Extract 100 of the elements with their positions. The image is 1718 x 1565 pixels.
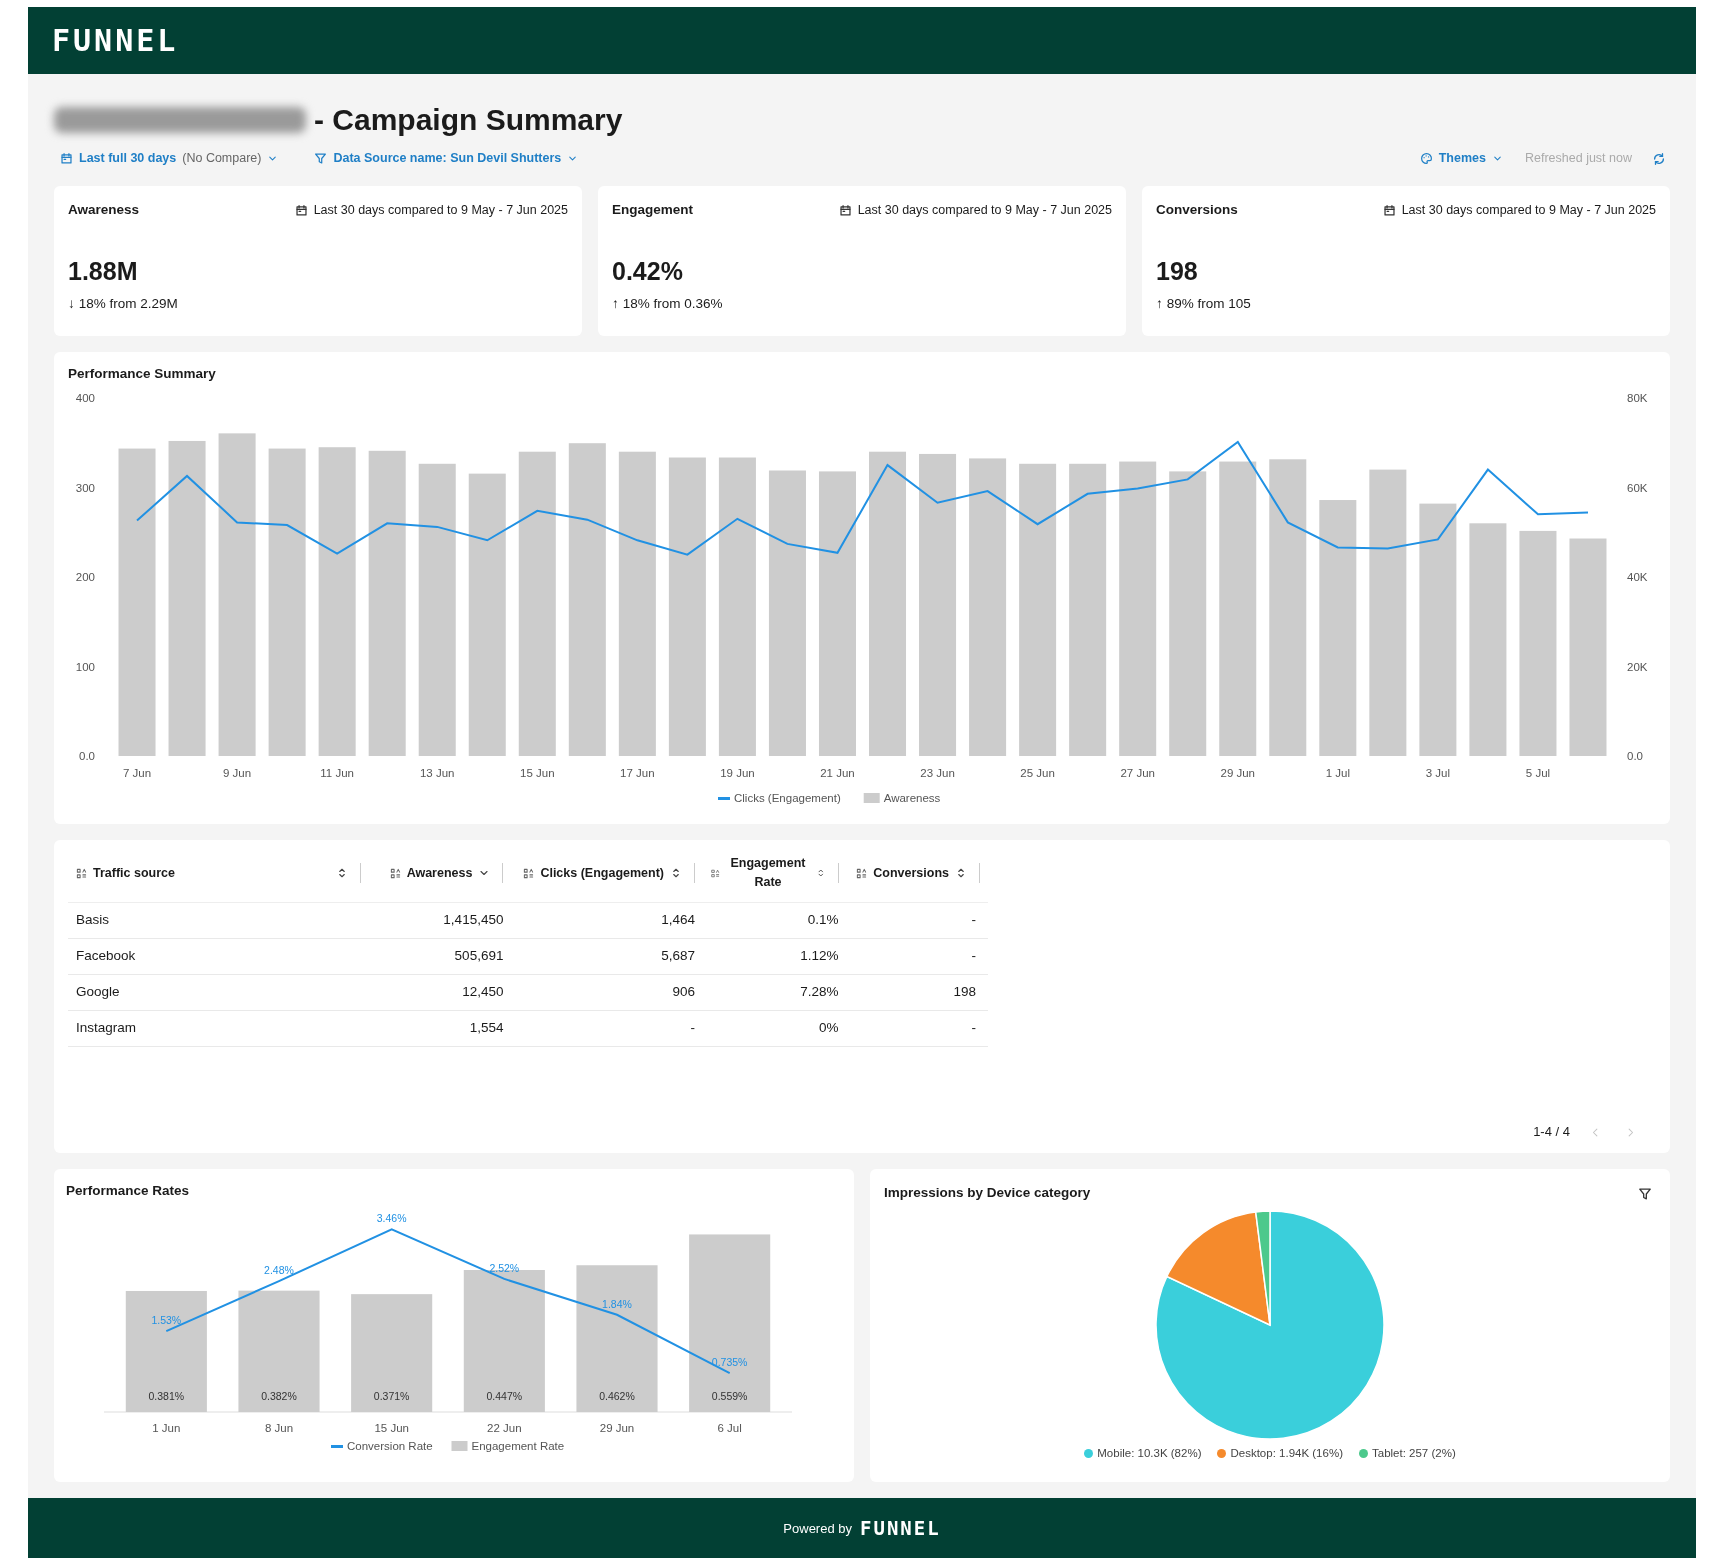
column-header[interactable]: Traffic source xyxy=(93,863,330,883)
table-cell: - xyxy=(846,938,988,975)
footer-text: Powered by xyxy=(783,1519,852,1538)
table-cell: Facebook xyxy=(68,938,369,975)
axis-label: 1 Jun xyxy=(152,1421,181,1434)
table-cell: 198 xyxy=(846,974,988,1011)
dimension-icon xyxy=(523,867,535,879)
column-header[interactable]: Conversions xyxy=(873,863,949,883)
palette-icon xyxy=(1419,151,1433,165)
kpi-title: Conversions xyxy=(1156,201,1238,219)
kpi-title: Awareness xyxy=(68,201,140,219)
data-label: 2.52% xyxy=(489,1261,520,1274)
page-title: - Campaign Summary xyxy=(314,102,623,138)
axis-label: 15 Jun xyxy=(520,767,555,780)
axis-label: 27 Jun xyxy=(1120,767,1155,780)
data-label: 0.735% xyxy=(711,1355,748,1368)
axis-label: 200 xyxy=(75,571,95,584)
kpi-change: 18% from 0.36% xyxy=(622,294,723,313)
refresh-icon xyxy=(1652,151,1666,166)
axis-label: 60K xyxy=(1627,481,1648,494)
data-label: 0.447% xyxy=(486,1389,523,1402)
page-range: 1-4 / 4 xyxy=(1533,1122,1570,1141)
filter-icon xyxy=(314,151,328,165)
table-cell: 1,415,450 xyxy=(368,902,512,939)
column-header[interactable]: Engagement Rate xyxy=(725,854,811,892)
filter-icon xyxy=(1638,1187,1652,1201)
refresh-status: Refreshed just now xyxy=(1525,149,1632,167)
data-label: 0.462% xyxy=(599,1389,635,1402)
axis-label: 19 Jun xyxy=(720,767,755,780)
legend-label: Conversion Rate xyxy=(347,1439,433,1452)
footer-logo: FUNNEL xyxy=(860,1516,941,1541)
dimension-icon xyxy=(389,867,401,879)
dimension-icon xyxy=(711,867,720,879)
axis-label: 29 Jun xyxy=(599,1421,635,1434)
kpi-change: 89% from 105 xyxy=(1166,294,1251,313)
axis-label: 7 Jun xyxy=(122,767,152,780)
table-cell: - xyxy=(511,1010,704,1047)
chart-title: Performance Rates xyxy=(66,1182,191,1201)
data-source-filter[interactable]: Data Source name: Sun Devil Shutters xyxy=(308,146,585,170)
data-label: 1.84% xyxy=(602,1297,632,1310)
logo: FUNNEL xyxy=(52,25,179,56)
axis-label: 21 Jun xyxy=(820,767,855,780)
data-label: 0.381% xyxy=(148,1389,185,1402)
table-cell: 505,691 xyxy=(368,938,512,975)
axis-label: 80K xyxy=(1627,392,1648,405)
table-cell: 0.1% xyxy=(703,902,847,939)
calendar-icon xyxy=(1382,203,1396,217)
axis-label: 23 Jun xyxy=(920,767,955,780)
table-cell: 1,554 xyxy=(368,1010,512,1047)
axis-label: 15 Jun xyxy=(374,1421,409,1434)
legend-label: Awareness xyxy=(883,792,941,805)
axis-label: 29 Jun xyxy=(1220,767,1255,780)
table-cell: - xyxy=(846,902,988,939)
table-cell: 906 xyxy=(511,974,704,1011)
table-cell: 1.12% xyxy=(703,938,847,975)
kpi-value: 1.88M xyxy=(68,258,139,286)
table-cell: Google xyxy=(68,974,369,1011)
comparison-period: Last 30 days compared to 9 May - 7 Jun 2025 xyxy=(857,201,1112,219)
axis-label: 40K xyxy=(1627,571,1648,584)
axis-label: 8 Jun xyxy=(264,1421,294,1434)
axis-label: 0.0 xyxy=(1627,750,1643,763)
kpi-title: Engagement xyxy=(612,201,693,219)
kpi-value: 198 xyxy=(1156,258,1199,286)
dimension-icon xyxy=(76,867,87,879)
legend-swatch xyxy=(718,797,730,801)
axis-label: 0.0 xyxy=(79,750,95,763)
kpi-value: 0.42% xyxy=(612,258,684,286)
table-cell: 0% xyxy=(703,1010,847,1047)
axis-label: 25 Jun xyxy=(1020,767,1055,780)
table-cell: - xyxy=(846,1010,988,1047)
axis-label: 3 Jul xyxy=(1425,767,1451,780)
themes-button[interactable]: Themes xyxy=(1413,146,1509,170)
table-cell: 1,464 xyxy=(511,902,704,939)
legend-label: Tablet: 257 (2%) xyxy=(1372,1446,1456,1462)
calendar-icon xyxy=(294,203,308,217)
trend-arrow: ↑ xyxy=(612,294,619,313)
axis-label: 5 Jul xyxy=(1525,767,1551,780)
axis-label: 1 Jul xyxy=(1325,767,1350,780)
legend-label: Clicks (Engagement) xyxy=(734,792,841,805)
data-label: 1.53% xyxy=(151,1313,182,1326)
axis-label: 22 Jun xyxy=(487,1421,522,1434)
date-range-filter[interactable]: Last full 30 days (No Compare) xyxy=(54,146,285,170)
legend-swatch xyxy=(863,793,880,804)
trend-arrow: ↑ xyxy=(1156,294,1163,313)
comparison-period: Last 30 days compared to 9 May - 7 Jun 2025 xyxy=(313,201,568,219)
axis-label: 6 Jul xyxy=(717,1421,742,1434)
axis-label: 17 Jun xyxy=(620,767,655,780)
table-cell: Basis xyxy=(68,902,369,939)
calendar-icon xyxy=(60,151,73,165)
data-label: 2.48% xyxy=(264,1263,294,1276)
legend-swatch xyxy=(331,1444,343,1448)
comparison-period: Last 30 days compared to 9 May - 7 Jun 2025 xyxy=(1401,201,1656,219)
column-header[interactable]: Clicks (Engagement) xyxy=(540,863,665,883)
kpi-change: 18% from 2.29M xyxy=(78,294,178,313)
axis-label: 9 Jun xyxy=(223,767,252,780)
legend-label: Engagement Rate xyxy=(471,1439,565,1452)
table-cell: Instagram xyxy=(68,1010,369,1047)
column-header[interactable]: Awareness xyxy=(406,863,473,883)
table-cell: 5,687 xyxy=(511,938,704,975)
dimension-icon xyxy=(856,867,868,879)
